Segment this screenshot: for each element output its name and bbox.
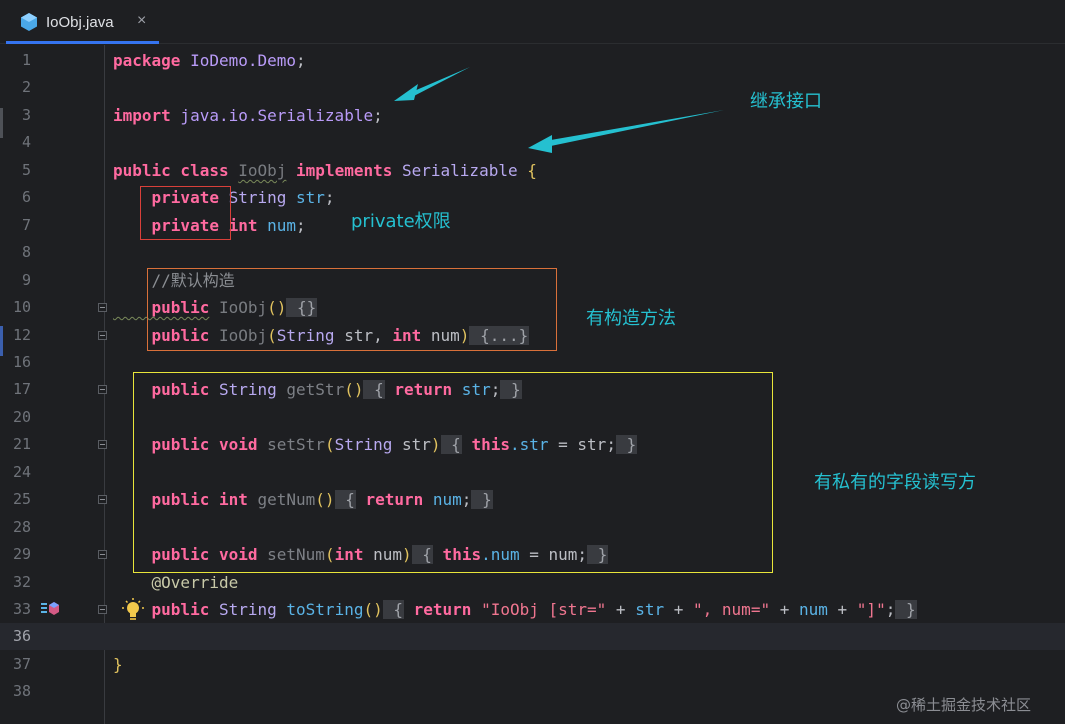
code-token: "IoObj [str=" bbox=[471, 600, 607, 619]
private-annotation-box bbox=[140, 186, 231, 240]
code-line[interactable]: 4 bbox=[0, 129, 1065, 156]
code-line[interactable]: 1 package IoDemo.Demo; bbox=[0, 47, 1065, 74]
code-token: () bbox=[363, 600, 383, 619]
code-line[interactable]: 2 bbox=[0, 74, 1065, 101]
line-number: 12 bbox=[12, 325, 31, 344]
code-token: + bbox=[606, 600, 636, 619]
line-number: 29 bbox=[12, 545, 31, 564]
code-line[interactable]: 8 bbox=[0, 239, 1065, 266]
java-class-icon bbox=[21, 13, 37, 31]
code-token: str bbox=[635, 600, 665, 619]
line-number: 16 bbox=[12, 352, 31, 371]
line-number: 20 bbox=[12, 407, 31, 426]
accessor-annotation-box bbox=[133, 372, 773, 573]
line-number: 2 bbox=[21, 78, 31, 97]
line-number: 1 bbox=[21, 51, 31, 69]
code-text: import java.io.Serializable; bbox=[113, 102, 383, 129]
code-token: { bbox=[517, 160, 537, 180]
note-constructors: 有构造方法 bbox=[586, 308, 676, 329]
code-token: { bbox=[382, 600, 404, 619]
fold-icon[interactable] bbox=[98, 385, 107, 395]
code-text: public String toString() { return "IoObj… bbox=[113, 596, 917, 623]
code-line[interactable]: 36 bbox=[0, 623, 1065, 651]
code-token: Serializable bbox=[402, 160, 518, 180]
code-token: java.io.Serializable bbox=[170, 105, 374, 125]
code-token: num bbox=[257, 215, 297, 235]
code-token: import bbox=[113, 105, 171, 125]
watermark: @稀土掘金技术社区 bbox=[896, 696, 1032, 714]
editor-tab-bar: IoObj.java × bbox=[0, 0, 1065, 44]
line-number: 10 bbox=[12, 298, 31, 317]
code-text: } bbox=[113, 651, 123, 678]
code-token: num bbox=[798, 600, 828, 619]
line-number: 32 bbox=[12, 572, 31, 591]
line-number: 8 bbox=[21, 243, 31, 262]
code-token: IoDemo.Demo bbox=[180, 51, 297, 70]
code-token: "]" bbox=[856, 600, 886, 619]
code-line[interactable]: 3 import java.io.Serializable; bbox=[0, 102, 1065, 129]
code-token: str bbox=[286, 188, 325, 208]
constructor-annotation-box bbox=[147, 268, 557, 351]
fold-icon[interactable] bbox=[98, 550, 107, 560]
note-accessors: 有私有的字段读写方 bbox=[814, 472, 976, 493]
line-number: 17 bbox=[12, 380, 31, 399]
fold-icon[interactable] bbox=[98, 495, 107, 505]
code-token: return bbox=[404, 600, 472, 619]
code-token: toString bbox=[276, 600, 364, 619]
line-number: 6 bbox=[21, 188, 31, 207]
line-number: 38 bbox=[12, 682, 31, 701]
line-number: 7 bbox=[21, 215, 31, 234]
code-token: public class bbox=[113, 160, 239, 180]
line-number: 28 bbox=[12, 517, 31, 536]
note-inherit-interface: 继承接口 bbox=[750, 91, 822, 112]
code-token: ; bbox=[296, 51, 306, 70]
code-token: @Override bbox=[113, 572, 239, 592]
code-token: + bbox=[664, 600, 694, 619]
code-token: + bbox=[770, 600, 799, 619]
code-token: + bbox=[827, 600, 857, 619]
tab-label: IoObj.java bbox=[46, 14, 114, 31]
code-token: ; bbox=[373, 105, 383, 125]
code-token: IoObj bbox=[238, 160, 287, 180]
code-token: } bbox=[113, 654, 123, 674]
lightbulb-icon[interactable] bbox=[122, 598, 144, 622]
code-line[interactable]: 5 public class IoObj implements Serializa… bbox=[0, 157, 1065, 184]
note-private-scope: private权限 bbox=[351, 211, 451, 232]
fold-icon[interactable] bbox=[98, 440, 107, 450]
line-number: 9 bbox=[21, 270, 31, 289]
fold-icon[interactable] bbox=[98, 330, 107, 340]
line-number: 21 bbox=[12, 435, 31, 454]
fold-icon[interactable] bbox=[98, 303, 107, 313]
code-token: package bbox=[113, 51, 181, 70]
code-token: ; bbox=[885, 600, 896, 619]
implements-icon[interactable] bbox=[40, 600, 60, 618]
fold-icon[interactable] bbox=[98, 605, 107, 614]
code-text: public class IoObj implements Serializab… bbox=[113, 157, 537, 184]
code-token: String bbox=[228, 188, 287, 208]
code-line[interactable]: 33 public String toString() { return "Io… bbox=[0, 596, 1065, 623]
close-icon[interactable]: × bbox=[137, 12, 146, 30]
code-token: String bbox=[218, 600, 277, 619]
code-text: package IoDemo.Demo; bbox=[113, 47, 306, 74]
line-number: 25 bbox=[12, 490, 31, 509]
line-number: 33 bbox=[12, 600, 31, 618]
code-token: ; bbox=[324, 188, 335, 208]
line-number: 37 bbox=[12, 654, 31, 673]
code-token: ; bbox=[296, 215, 306, 235]
line-number: 3 bbox=[21, 105, 31, 124]
line-number: 5 bbox=[21, 160, 31, 179]
code-token: int bbox=[228, 215, 258, 235]
code-token: ", num=" bbox=[693, 600, 771, 619]
line-number: 24 bbox=[12, 462, 31, 481]
line-number: 36 bbox=[12, 627, 31, 646]
line-number: 4 bbox=[21, 133, 31, 152]
code-line[interactable]: 37} bbox=[0, 651, 1065, 678]
code-token: } bbox=[895, 600, 917, 619]
code-token: implements bbox=[286, 160, 402, 180]
tab-ioobj-java[interactable]: IoObj.java × bbox=[6, 0, 159, 44]
